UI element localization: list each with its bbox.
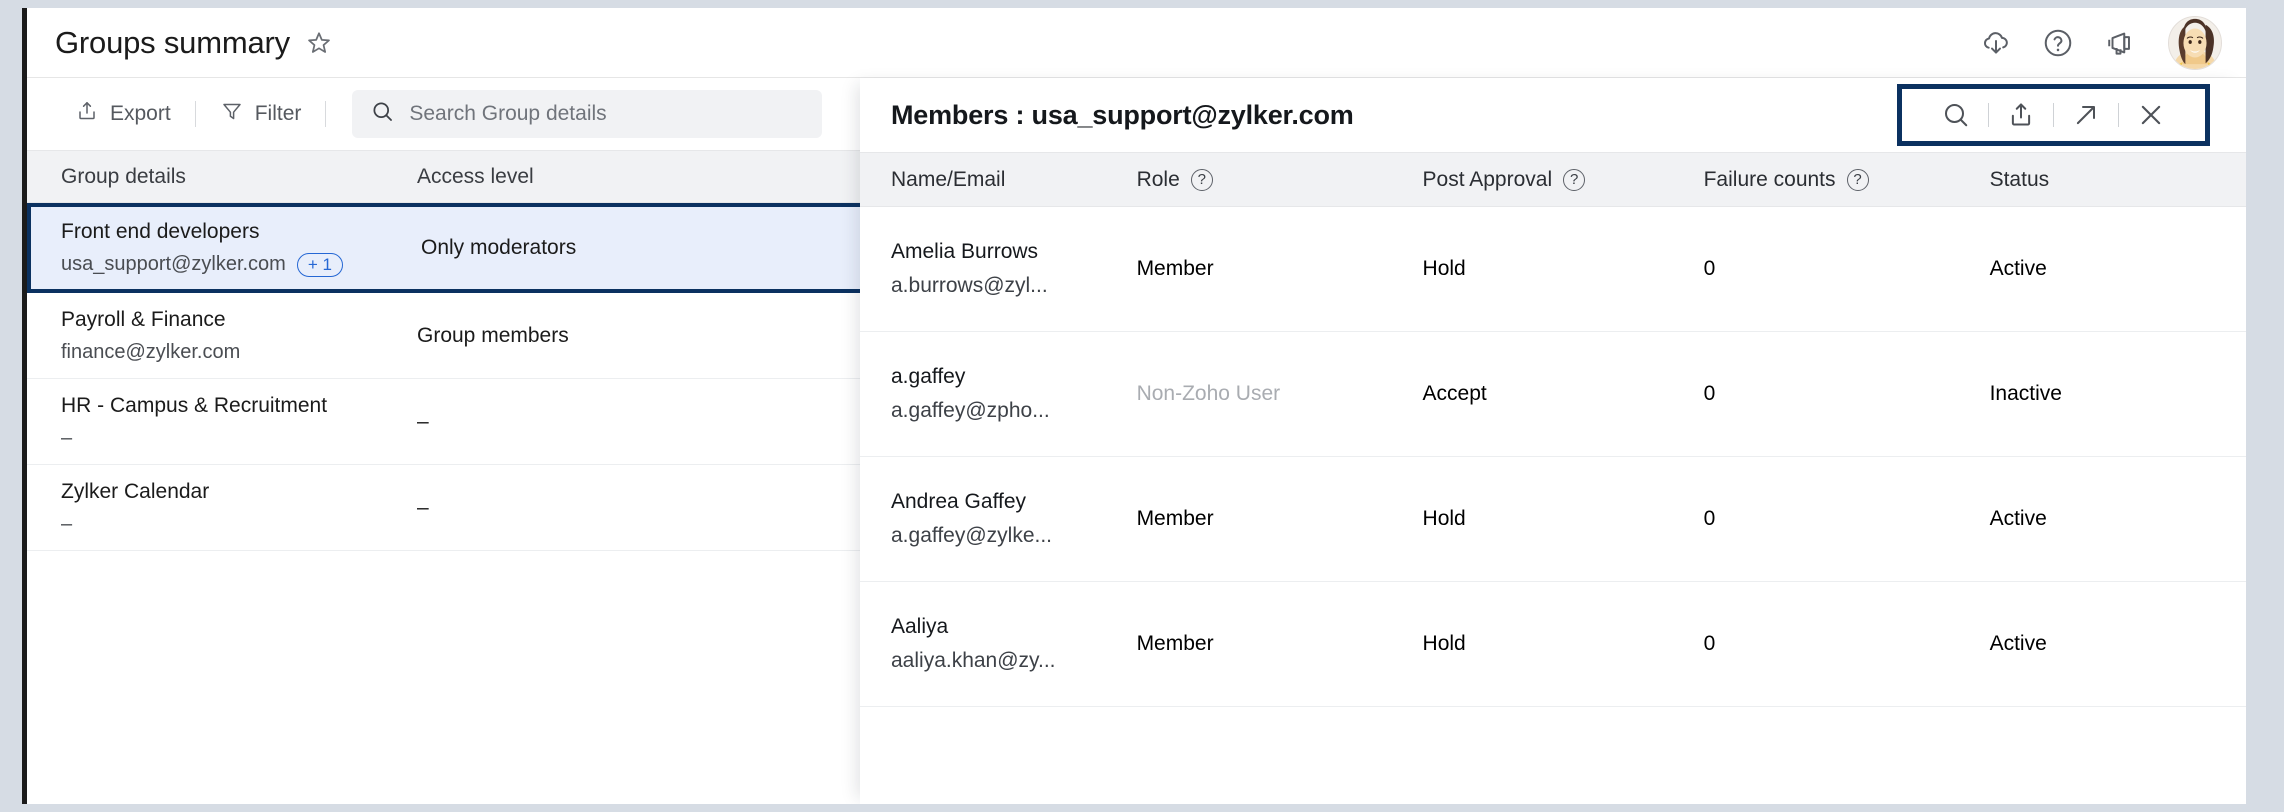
member-name: Amelia Burrows xyxy=(891,240,1039,263)
filter-icon xyxy=(220,99,244,129)
column-header-access-level: Access level xyxy=(417,164,534,188)
group-email-row: finance@zylker.com xyxy=(61,341,417,364)
member-role: Member xyxy=(1136,257,1214,280)
member-email: a.burrows@zyl... xyxy=(891,274,1048,297)
app-window: Groups summary Export Filter Search Grou… xyxy=(22,8,2246,804)
expand-icon[interactable] xyxy=(2054,100,2118,130)
group-email-row: usa_support@zylker.com + 1 xyxy=(61,252,421,277)
page-title: Groups summary xyxy=(55,24,290,60)
members-panel: Members : usa_support@zylker.com Name/Em… xyxy=(860,78,2246,804)
group-email: – xyxy=(61,512,73,535)
member-role: Member xyxy=(1136,507,1214,530)
member-name: Andrea Gaffey xyxy=(891,490,1027,513)
group-email: finance@zylker.com xyxy=(61,340,241,363)
announcement-icon[interactable] xyxy=(2104,26,2138,60)
member-post-approval: Accept xyxy=(1422,382,1487,405)
export-button[interactable]: Export xyxy=(61,93,185,135)
export-icon xyxy=(75,99,99,129)
cloud-download-icon[interactable] xyxy=(1980,27,2012,59)
member-role: Non-Zoho User xyxy=(1136,382,1281,405)
export-icon[interactable] xyxy=(1989,100,2053,130)
member-post-approval: Hold xyxy=(1422,632,1466,655)
member-status: Active xyxy=(1989,632,2047,655)
member-name-email-cell: a.gaffey a.gaffey@zpho... xyxy=(860,365,1137,423)
search-input[interactable]: Search Group details xyxy=(352,90,823,138)
app-header: Groups summary xyxy=(27,8,2246,78)
extra-count-badge[interactable]: + 1 xyxy=(296,252,343,277)
filter-label: Filter xyxy=(254,102,302,125)
group-details-cell: Front end developers usa_support@zylker.… xyxy=(31,220,421,277)
search-icon xyxy=(370,99,395,129)
members-panel-header: Members : usa_support@zylker.com xyxy=(860,78,2246,152)
close-icon[interactable] xyxy=(2119,100,2183,130)
filter-button[interactable]: Filter xyxy=(206,93,316,135)
table-row[interactable]: Amelia Burrows a.burrows@zyl... Member H… xyxy=(860,207,2246,332)
member-name: a.gaffey xyxy=(891,365,966,388)
member-failure-counts: 0 xyxy=(1703,632,1716,655)
table-row[interactable]: Andrea Gaffey a.gaffey@zylke... Member H… xyxy=(860,457,2246,582)
members-panel-actions xyxy=(1897,84,2210,146)
group-details-cell: Payroll & Finance finance@zylker.com xyxy=(27,308,417,364)
avatar-photo xyxy=(2169,17,2221,69)
member-role: Member xyxy=(1136,632,1214,655)
star-icon[interactable] xyxy=(306,30,332,56)
group-email: – xyxy=(61,426,73,449)
member-name-email-cell: Andrea Gaffey a.gaffey@zylke... xyxy=(860,490,1137,548)
member-name: Aaliya xyxy=(891,615,949,638)
help-icon[interactable]: ? xyxy=(1190,168,1213,191)
column-label: Name/Email xyxy=(891,167,1006,191)
member-post-approval: Hold xyxy=(1422,507,1466,530)
member-failure-counts: 0 xyxy=(1703,382,1716,405)
help-icon[interactable] xyxy=(2042,27,2074,59)
column-header-failure-counts: Failure counts ? xyxy=(1704,168,1990,192)
member-name-email-cell: Aaliya aaliya.khan@zy... xyxy=(860,615,1137,673)
table-row[interactable]: Aaliya aaliya.khan@zy... Member Hold 0 A… xyxy=(860,582,2246,707)
member-email: a.gaffey@zylke... xyxy=(891,524,1053,547)
column-header-role: Role ? xyxy=(1137,168,1423,192)
group-email-row: – xyxy=(61,427,417,450)
search-placeholder: Search Group details xyxy=(409,102,607,125)
column-label: Role xyxy=(1136,167,1180,191)
access-level-cell: – xyxy=(417,409,429,433)
member-status: Active xyxy=(1989,507,2047,530)
toolbar-divider-1 xyxy=(194,101,196,127)
toolbar-divider-2 xyxy=(325,101,327,127)
column-label: Status xyxy=(1989,167,2050,191)
member-status: Active xyxy=(1989,257,2047,280)
group-details-cell: Zylker Calendar – xyxy=(27,480,417,536)
group-email: usa_support@zylker.com xyxy=(61,253,286,275)
member-failure-counts: 0 xyxy=(1703,507,1716,530)
help-icon[interactable]: ? xyxy=(1846,168,1869,191)
column-label: Failure counts xyxy=(1703,167,1836,191)
search-icon[interactable] xyxy=(1924,100,1988,130)
column-header-post-approval: Post Approval ? xyxy=(1423,168,1704,192)
member-post-approval: Hold xyxy=(1422,257,1466,280)
column-header-name-email: Name/Email xyxy=(860,168,1137,192)
group-details-cell: HR - Campus & Recruitment – xyxy=(27,394,417,450)
group-name: Zylker Calendar xyxy=(61,479,210,503)
access-level-cell: Only moderators xyxy=(421,236,577,259)
member-email: aaliya.khan@zy... xyxy=(891,649,1056,672)
member-failure-counts: 0 xyxy=(1703,257,1716,280)
column-header-status: Status xyxy=(1990,168,2246,192)
header-actions xyxy=(1980,8,2222,78)
members-panel-title: Members : usa_support@zylker.com xyxy=(891,99,1354,130)
column-label: Post Approval xyxy=(1422,167,1553,191)
access-level-cell: – xyxy=(417,495,429,519)
help-icon[interactable]: ? xyxy=(1563,168,1586,191)
group-email-row: – xyxy=(61,513,417,536)
member-status: Inactive xyxy=(1989,382,2062,405)
group-name: Payroll & Finance xyxy=(61,307,226,331)
access-level-cell: Group members xyxy=(417,323,569,347)
avatar[interactable] xyxy=(2168,16,2222,70)
column-header-group-details: Group details xyxy=(61,164,186,188)
table-row[interactable]: a.gaffey a.gaffey@zpho... Non-Zoho User … xyxy=(860,332,2246,457)
group-name: Front end developers xyxy=(61,219,260,243)
member-email: a.gaffey@zpho... xyxy=(891,399,1050,422)
members-table-header: Name/Email Role ? Post Approval ? Failur… xyxy=(860,152,2246,207)
member-name-email-cell: Amelia Burrows a.burrows@zyl... xyxy=(860,240,1137,298)
group-name: HR - Campus & Recruitment xyxy=(61,393,328,417)
export-label: Export xyxy=(110,102,171,125)
